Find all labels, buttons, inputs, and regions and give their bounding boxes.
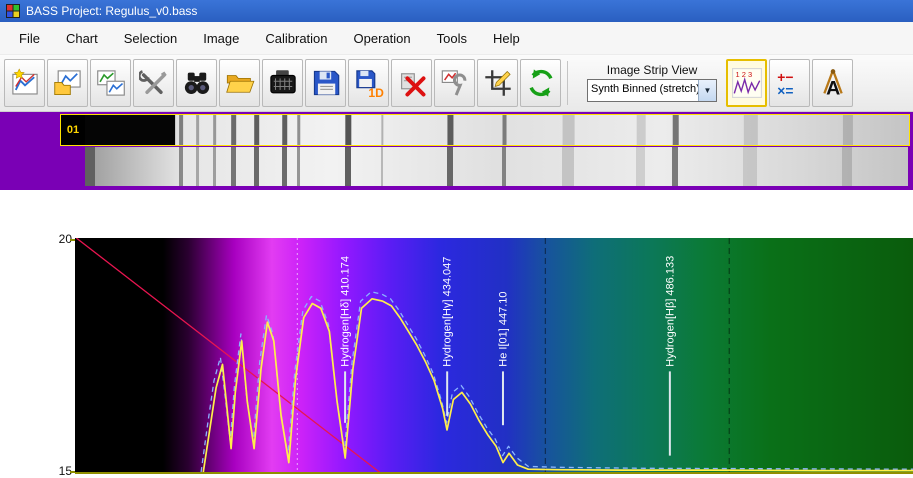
strip-view-combobox[interactable]: Synth Binned (stretch) ▼ [587, 79, 717, 102]
strip-123-icon: 1 2 3 [731, 68, 762, 98]
floppy-icon [313, 70, 339, 96]
strip-123-label: 1 2 3 [735, 70, 752, 79]
strip-1-graphic [85, 115, 909, 145]
refresh-arrows-icon [529, 69, 552, 97]
open-project-chart-button[interactable] [47, 59, 88, 107]
spectral-line-label: Hydrogen[Hγ] 434.047 [442, 257, 454, 367]
toolbar-separator [567, 61, 568, 105]
refresh-view-button[interactable] [520, 59, 561, 107]
menu-bar: File Chart Selection Image Calibration O… [0, 22, 913, 55]
strip-number-badge: 01 [61, 115, 85, 145]
y-axis-label-top: 20 [58, 232, 72, 246]
math-operations-button[interactable]: +− ×= [769, 59, 810, 107]
measure-annotate-button[interactable]: A [812, 59, 853, 107]
menu-file[interactable]: File [6, 25, 53, 52]
menu-calibration[interactable]: Calibration [252, 25, 340, 52]
ccd-camera-icon [269, 70, 296, 94]
save-1d-label: 1D [368, 86, 384, 98]
open-folder-icon [225, 75, 254, 93]
spectrum-strip-image-1[interactable] [85, 115, 909, 145]
delete-item-button[interactable] [391, 59, 432, 107]
new-project-button[interactable] [4, 59, 45, 107]
menu-selection[interactable]: Selection [111, 25, 190, 52]
y-axis-label-bottom: 15 [58, 464, 72, 478]
menu-image[interactable]: Image [190, 25, 252, 52]
spectral-line-label: Hydrogen[Hβ] 486.133 [664, 256, 676, 367]
spectrum-plot[interactable]: Hydrogen[Hδ] 410.174 Hydrogen[Hγ] 434.047… [75, 238, 913, 474]
spectrum-strip-image-2[interactable] [85, 147, 908, 186]
camera-capture-button[interactable] [262, 59, 303, 107]
process-tools-button[interactable] [434, 59, 475, 107]
chevron-down-icon[interactable]: ▼ [698, 80, 716, 101]
strip-view-selected-value: Synth Binned (stretch) [591, 83, 698, 95]
menu-chart[interactable]: Chart [53, 25, 111, 52]
red-x-icon [400, 73, 425, 97]
spectrum-plot-graphic: Hydrogen[Hδ] 410.174 Hydrogen[Hγ] 434.047… [75, 238, 913, 472]
wrench-chart-icon [441, 70, 466, 96]
image-strip-view-group: Image Strip View Synth Binned (stretch) … [587, 64, 717, 102]
crop-pen-icon [484, 70, 511, 96]
spectral-line-label: Hydrogen[Hδ] 410.174 [340, 256, 352, 367]
floppy-1d-icon: 1D [355, 70, 384, 98]
menu-help[interactable]: Help [480, 25, 533, 52]
strip-2-graphic [85, 147, 908, 186]
spectral-line-label: He I[01] 447.10 [498, 291, 510, 366]
open-file-button[interactable] [219, 59, 260, 107]
chart-dual-icon [96, 70, 125, 96]
chart-star-icon [11, 68, 38, 95]
menu-tools[interactable]: Tools [424, 25, 480, 52]
binoculars-icon [184, 72, 209, 94]
strip-row-selected[interactable]: 01 [60, 114, 910, 146]
image-strip-view-label: Image Strip View [606, 63, 698, 77]
image-strip-panel: 01 [0, 112, 913, 190]
crop-select-button[interactable] [477, 59, 518, 107]
chart-folder-icon [53, 70, 81, 95]
settings-tools-button[interactable] [133, 59, 174, 107]
app-window: BASS Project: Regulus_v0.bass File Chart… [0, 0, 913, 478]
math-bottom-label: ×= [777, 83, 793, 98]
spectrum-chart-area: 20 15 Hydrogen[Hδ] 410.174 Hydrogen[Hγ] 4… [0, 232, 913, 478]
menu-operation[interactable]: Operation [341, 25, 424, 52]
browse-button[interactable] [176, 59, 217, 107]
window-title: BASS Project: Regulus_v0.bass [26, 4, 198, 18]
strip-channels-button[interactable]: 1 2 3 [726, 59, 767, 107]
title-bar[interactable]: BASS Project: Regulus_v0.bass [0, 0, 913, 22]
compass-a-icon: A [822, 69, 843, 98]
math-symbols-icon: +− ×= [777, 69, 793, 98]
crossed-tools-icon [138, 70, 167, 94]
spacer [0, 190, 913, 234]
main-toolbar: 1D Image Strip View Synth Binned (stretc… [0, 55, 913, 112]
duplicate-chart-button[interactable] [90, 59, 131, 107]
save-1d-button[interactable]: 1D [348, 59, 389, 107]
app-icon [6, 4, 20, 18]
save-project-button[interactable] [305, 59, 346, 107]
